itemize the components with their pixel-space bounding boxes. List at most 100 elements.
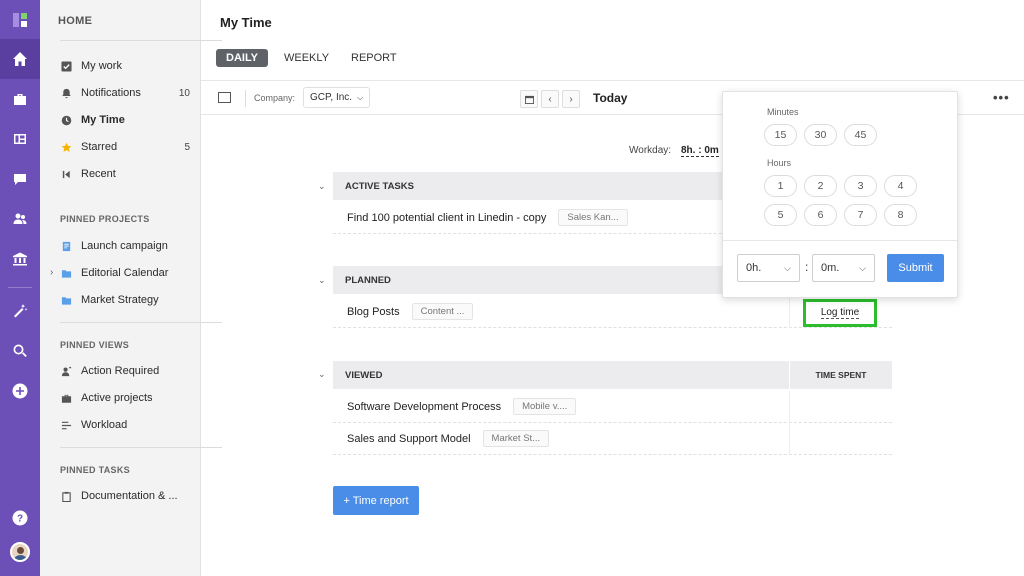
- workday-label: Workday:: [629, 145, 672, 156]
- sidebar-item-notifications[interactable]: Notifications 10: [60, 83, 190, 103]
- workday-value[interactable]: 8h. : 0m: [681, 145, 719, 157]
- sidebar-item-label: My work: [81, 60, 122, 72]
- table-row[interactable]: Software Development Process Mobile v...…: [333, 391, 892, 423]
- sidebar-item-documentation[interactable]: Documentation & ...: [60, 486, 190, 506]
- hour-chip[interactable]: 1: [764, 175, 797, 197]
- section-title: ACTIVE TASKS: [345, 180, 414, 192]
- page-title: My Time: [220, 15, 272, 30]
- time-separator: :: [805, 260, 809, 274]
- date-label: Today: [593, 91, 628, 105]
- sidebar-item-label: Recent: [81, 168, 116, 180]
- team-icon[interactable]: [0, 199, 40, 239]
- more-options-icon[interactable]: •••: [993, 90, 1010, 105]
- hours-label: Hours: [767, 158, 792, 168]
- pinned-views-title: PINNED VIEWS: [60, 340, 130, 350]
- task-name[interactable]: Blog Posts: [333, 306, 400, 318]
- project-tag[interactable]: Market St...: [482, 430, 550, 447]
- hour-chip[interactable]: 5: [764, 204, 797, 226]
- prev-day-button[interactable]: ‹: [541, 90, 559, 108]
- briefcase-icon[interactable]: [0, 79, 40, 119]
- sidebar-item-label: Starred: [81, 141, 118, 153]
- time-report-button[interactable]: + Time report: [333, 486, 419, 515]
- task-name[interactable]: Sales and Support Model: [333, 433, 471, 445]
- sidebar-item-editorial-calendar[interactable]: Editorial Calendar: [60, 263, 190, 283]
- minute-chip[interactable]: 45: [844, 124, 877, 146]
- app-icon-rail: ?: [0, 0, 40, 576]
- bank-icon[interactable]: [0, 239, 40, 279]
- sidebar-item-launch-campaign[interactable]: Launch campaign: [60, 236, 190, 256]
- hour-chip[interactable]: 8: [884, 204, 917, 226]
- sidebar-item-label: Action Required: [81, 365, 160, 377]
- magic-wand-icon[interactable]: [0, 291, 40, 331]
- log-time-label: Log time: [820, 307, 860, 319]
- hour-chip[interactable]: 2: [804, 175, 837, 197]
- sidebar-item-action-required[interactable]: Action Required: [60, 361, 190, 381]
- sidebar-item-recent[interactable]: Recent: [60, 164, 190, 184]
- user-action-icon: [60, 365, 72, 377]
- hour-chip[interactable]: 7: [844, 204, 877, 226]
- star-icon: [60, 141, 72, 153]
- hours-select-value: 0h.: [746, 262, 762, 274]
- home-icon[interactable]: [0, 39, 40, 79]
- log-time-button[interactable]: Log time: [803, 299, 877, 327]
- chevron-right-icon[interactable]: ›: [50, 267, 53, 278]
- board-icon[interactable]: [0, 119, 40, 159]
- cell-divider: [789, 423, 790, 455]
- sidebar-item-my-time[interactable]: My Time: [60, 110, 190, 130]
- sidebar-item-workload[interactable]: Workload: [60, 415, 190, 435]
- clipboard-icon: [60, 490, 72, 502]
- popover-divider: [723, 240, 959, 241]
- sidebar-heading: HOME: [58, 15, 93, 27]
- chat-icon[interactable]: [0, 159, 40, 199]
- next-day-button[interactable]: ›: [562, 90, 580, 108]
- expand-icon[interactable]: [218, 92, 231, 103]
- search-icon[interactable]: [0, 331, 40, 371]
- hours-select[interactable]: 0h. ⌵: [737, 254, 800, 282]
- help-icon[interactable]: ?: [0, 498, 40, 538]
- sidebar-item-my-work[interactable]: My work: [60, 56, 190, 76]
- task-name[interactable]: Find 100 potential client in Linedin - c…: [333, 212, 546, 224]
- app-logo-icon[interactable]: [0, 0, 40, 40]
- minute-chip[interactable]: 15: [764, 124, 797, 146]
- tab-daily[interactable]: DAILY: [216, 49, 268, 67]
- tab-report[interactable]: REPORT: [351, 49, 397, 67]
- collapse-active-icon[interactable]: ⌄: [318, 181, 326, 192]
- company-select[interactable]: GCP, Inc. ⌵: [303, 87, 371, 108]
- table-row[interactable]: Sales and Support Model Market St...: [333, 423, 892, 455]
- pinned-tasks-title: PINNED TASKS: [60, 465, 130, 475]
- avatar[interactable]: [10, 542, 30, 562]
- recent-icon: [60, 168, 72, 180]
- minutes-label: Minutes: [767, 107, 799, 117]
- calendar-icon[interactable]: [520, 90, 538, 108]
- toolbar-divider: [245, 90, 246, 107]
- add-icon[interactable]: [0, 371, 40, 411]
- hour-chip[interactable]: 3: [844, 175, 877, 197]
- hour-chip[interactable]: 6: [804, 204, 837, 226]
- document-icon: [60, 240, 72, 252]
- clock-icon: [60, 114, 72, 126]
- submit-button[interactable]: Submit: [887, 254, 944, 282]
- sidebar-item-active-projects[interactable]: Active projects: [60, 388, 190, 408]
- sidebar-item-starred[interactable]: Starred 5: [60, 137, 190, 157]
- collapse-planned-icon[interactable]: ⌄: [318, 275, 326, 286]
- tab-weekly[interactable]: WEEKLY: [284, 49, 329, 67]
- workload-icon: [60, 419, 72, 431]
- notification-count: 10: [178, 87, 190, 99]
- bell-icon: [60, 87, 72, 99]
- sidebar-item-label: Notifications: [81, 87, 141, 99]
- hour-chip[interactable]: 4: [884, 175, 917, 197]
- project-tag[interactable]: Mobile v....: [513, 398, 577, 415]
- collapse-viewed-icon[interactable]: ⌄: [318, 369, 326, 380]
- minutes-select[interactable]: 0m. ⌵: [812, 254, 875, 282]
- project-tag[interactable]: Sales Kan...: [558, 209, 628, 226]
- sidebar-divider: [60, 447, 222, 448]
- task-name[interactable]: Software Development Process: [333, 401, 501, 413]
- chevron-down-icon: ⌵: [859, 263, 866, 273]
- cell-divider: [789, 296, 790, 328]
- sidebar-item-label: Documentation & ...: [81, 490, 178, 502]
- project-tag[interactable]: Content ...: [411, 303, 474, 320]
- sidebar-item-label: Launch campaign: [81, 240, 168, 252]
- minutes-select-value: 0m.: [821, 262, 840, 274]
- minute-chip[interactable]: 30: [804, 124, 837, 146]
- sidebar-item-market-strategy[interactable]: Market Strategy: [60, 290, 190, 310]
